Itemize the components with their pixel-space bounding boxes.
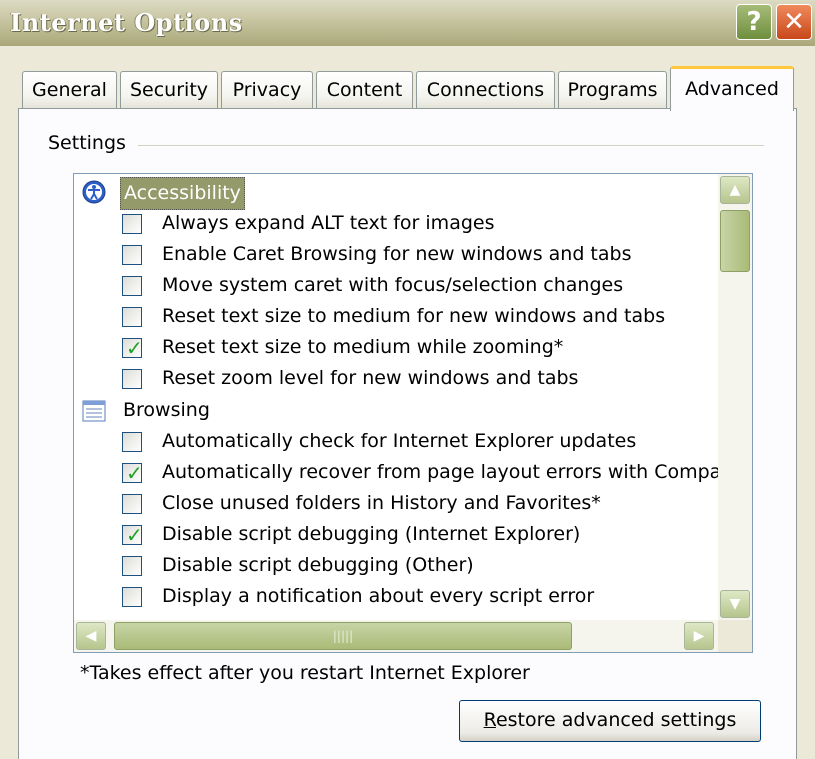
vertical-scrollbar[interactable]: ▲ ▼ — [718, 174, 752, 620]
chevron-down-icon: ▼ — [729, 596, 741, 612]
button-label: estore advanced settings — [495, 709, 737, 731]
chevron-right-icon: ▶ — [693, 628, 705, 644]
checkmark-icon: ✓ — [126, 461, 143, 485]
tab-label: Security — [129, 79, 209, 101]
tab-security[interactable]: Security — [120, 71, 218, 109]
checkbox-checked[interactable]: ✓ — [122, 523, 143, 547]
tab-programs[interactable]: Programs — [558, 71, 667, 109]
setting-label: Reset zoom level for new windows and tab… — [162, 367, 579, 389]
checkbox[interactable] — [122, 556, 142, 576]
close-icon: ✕ — [783, 7, 805, 37]
settings-list[interactable]: Accessibility Always expand ALT text for… — [73, 173, 753, 653]
setting-label: Move system caret with focus/selection c… — [162, 274, 624, 296]
tab-label: Content — [326, 79, 403, 101]
checkbox-checked[interactable]: ✓ — [122, 461, 143, 485]
help-button[interactable]: ? — [736, 4, 772, 40]
restart-footnote: *Takes effect after you restart Internet… — [80, 662, 530, 684]
tab-label: Advanced — [685, 78, 779, 100]
tab-label: General — [32, 79, 107, 101]
checkmark-icon: ✓ — [126, 336, 143, 360]
settings-group-label: Settings — [48, 132, 136, 154]
setting-label: Enable Caret Browsing for new windows an… — [162, 243, 632, 265]
checkbox[interactable] — [122, 245, 142, 265]
setting-label: Reset text size to medium for new window… — [162, 305, 666, 327]
tab-connections[interactable]: Connections — [416, 71, 555, 109]
checkbox[interactable] — [122, 307, 142, 327]
setting-label: Disable script debugging (Other) — [162, 554, 474, 576]
tab-content[interactable]: Content — [316, 71, 413, 109]
scroll-left-button[interactable]: ◀ — [76, 622, 106, 650]
button-accelerator: R — [483, 709, 496, 731]
accessibility-icon — [82, 180, 106, 204]
setting-label: Close unused folders in History and Favo… — [162, 492, 601, 514]
scrollbar-corner — [718, 620, 752, 652]
checkbox[interactable] — [122, 276, 142, 296]
close-button[interactable]: ✕ — [776, 4, 812, 40]
tab-label: Privacy — [232, 79, 302, 101]
horizontal-scrollbar[interactable]: ◀ ||||| ▶ — [74, 620, 718, 652]
setting-label: Always expand ALT text for images — [162, 212, 495, 234]
tab-privacy[interactable]: Privacy — [221, 71, 313, 109]
setting-label: Disable script debugging (Internet Explo… — [162, 523, 581, 545]
setting-label: Reset text size to medium while zooming* — [162, 336, 564, 358]
scroll-right-button[interactable]: ▶ — [684, 622, 714, 650]
scroll-up-button[interactable]: ▲ — [720, 176, 750, 204]
window-title: Internet Options — [10, 8, 243, 37]
checkbox[interactable] — [122, 432, 142, 452]
browsing-icon — [82, 400, 106, 422]
tab-label: Programs — [567, 79, 658, 101]
setting-label: Automatically recover from page layout e… — [162, 461, 722, 483]
scroll-down-button[interactable]: ▼ — [720, 590, 750, 618]
help-icon: ? — [746, 7, 762, 37]
restore-advanced-settings-button[interactable]: Restore advanced settings — [459, 700, 761, 742]
setting-label: Automatically check for Internet Explore… — [162, 430, 637, 452]
vertical-scroll-thumb[interactable] — [720, 210, 750, 272]
checkbox[interactable] — [122, 214, 142, 234]
title-bar[interactable]: Internet Options ? ✕ — [0, 0, 815, 46]
group-divider — [138, 145, 764, 147]
checkbox[interactable] — [122, 587, 142, 607]
checkmark-icon: ✓ — [126, 523, 143, 547]
checkbox[interactable] — [122, 369, 142, 389]
checkbox-checked[interactable]: ✓ — [122, 336, 143, 360]
chevron-left-icon: ◀ — [85, 628, 97, 644]
tab-general[interactable]: General — [22, 71, 117, 109]
category-label: Browsing — [123, 399, 210, 421]
chevron-up-icon: ▲ — [729, 182, 741, 198]
grip-icon: ||||| — [332, 629, 354, 643]
horizontal-scroll-thumb[interactable]: ||||| — [114, 622, 572, 650]
checkbox[interactable] — [122, 494, 142, 514]
category-label: Accessibility — [120, 177, 245, 210]
tab-advanced[interactable]: Advanced — [670, 66, 794, 111]
setting-label: Display a notification about every scrip… — [162, 585, 595, 607]
tab-label: Connections — [426, 79, 545, 101]
